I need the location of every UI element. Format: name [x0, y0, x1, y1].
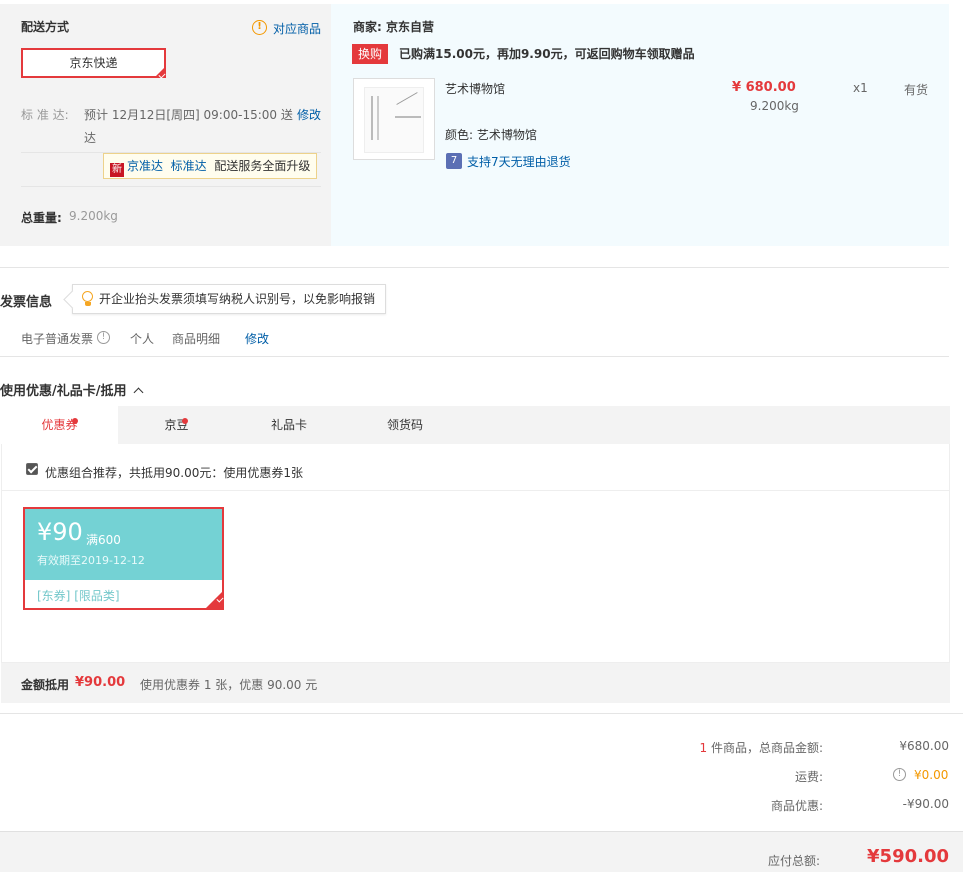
product-qty: x1	[853, 81, 868, 95]
payable-label: 应付总额:	[767, 854, 820, 868]
freight-amount: ¥0.00	[914, 768, 949, 782]
shipping-method-label: 京东快递	[69, 56, 118, 70]
invoice-owner: 个人	[130, 332, 155, 346]
discount-amount: -¥90.00	[902, 797, 949, 811]
total-weight-label: 总重量:	[21, 211, 62, 225]
coupon-card[interactable]: ¥90 满600 有效期至2019-12-12 [东券] [限品类]	[23, 507, 224, 610]
invoice-tip-bubble: 开企业抬头发票须填写纳税人识别号，以免影响报销	[72, 284, 387, 314]
product-name-link[interactable]: 艺术博物馆	[445, 80, 505, 97]
invoice-content: 商品明细	[172, 332, 221, 346]
chevron-up-icon	[133, 387, 144, 398]
coupon-condition: 满600	[86, 533, 121, 547]
freight-label: 运费:	[794, 770, 823, 784]
summary-label: 金额抵用	[21, 678, 70, 692]
product-color: 颜色: 艺术博物馆	[445, 128, 537, 142]
stock-status: 有货	[904, 83, 929, 97]
shipping-method-button[interactable]: 京东快递	[21, 48, 166, 78]
bzd-link[interactable]: 标准达	[171, 159, 207, 173]
modify-invoice-link[interactable]: 修改	[245, 330, 269, 347]
coupon-amount: ¥90	[37, 518, 83, 546]
book-cover-image	[364, 87, 424, 153]
delivery-estimate: 预计 12月12日[周四] 09:00-15:00 送	[84, 108, 293, 122]
summary-text: 使用优惠券 1 张，优惠 90.00 元	[140, 678, 318, 692]
product-weight: 9.200kg	[750, 99, 799, 113]
divider	[1, 490, 950, 491]
delivery-upgrade-tip: 新京准达 标准达 配送服务全面升级	[103, 153, 318, 179]
tab-jingdou[interactable]: 京豆	[118, 406, 235, 444]
related-goods-link[interactable]: 对应商品	[273, 20, 321, 37]
tab-coupons[interactable]: 优惠券	[1, 406, 118, 444]
modify-delivery-link[interactable]: 修改	[297, 106, 321, 123]
promo-text: 已购满15.00元，再加9.90元，可返回购物车领取赠品	[399, 47, 695, 61]
tab-redeem-code[interactable]: 领货码	[351, 406, 459, 444]
discount-label: 商品优惠:	[770, 799, 823, 813]
combo-recommend-text: 优惠组合推荐，共抵用90.00元：使用优惠券1张	[45, 466, 303, 480]
goods-count: 1	[699, 741, 708, 755]
section-divider	[0, 713, 963, 714]
total-weight-value: 9.200kg	[69, 209, 118, 223]
summary-amount: ¥90.00	[75, 675, 126, 690]
coupon-expiry: 有效期至2019-12-12	[37, 554, 145, 567]
return-policy-link[interactable]: 支持7天无理由退货	[467, 153, 571, 170]
goods-amount: ¥680.00	[899, 739, 949, 753]
checkout-page: 配送方式 ! 对应商品 京东快递 标 准 达: 预计 12月12日[周四] 09…	[0, 0, 963, 872]
coupon-tags: [东券] [限品类]	[37, 589, 120, 603]
combo-checkbox[interactable]	[26, 463, 38, 475]
discount-tabs: 优惠券 京豆 礼品卡 领货码	[1, 406, 950, 444]
product-price: ¥ 680.00	[732, 80, 796, 95]
warning-icon: !	[252, 20, 267, 35]
delivery-estimate-cont: 达	[84, 131, 97, 145]
invoice-title: 发票信息	[0, 295, 53, 310]
info-icon[interactable]: !	[97, 331, 110, 344]
goods-count-label: 1 件商品，总商品金额:	[699, 741, 823, 755]
section-divider	[0, 356, 949, 357]
invoice-tip-text: 开企业抬头发票须填写纳税人识别号，以免影响报销	[99, 292, 376, 306]
lightbulb-icon	[82, 291, 93, 302]
freight-info-icon[interactable]: !	[893, 768, 906, 781]
tip-text: 配送服务全面升级	[214, 159, 311, 173]
shipping-title: 配送方式	[21, 20, 70, 34]
payable-amount: ¥590.00	[867, 846, 949, 867]
new-badge-icon: 新	[110, 163, 124, 177]
merchant-name: 京东自营	[386, 20, 435, 34]
swap-tag: 换购	[352, 44, 389, 64]
divider	[21, 186, 321, 187]
section-divider	[0, 267, 949, 268]
tab-gift-card[interactable]: 礼品卡	[235, 406, 343, 444]
selected-check-icon	[204, 590, 224, 610]
discount-title[interactable]: 使用优惠/礼品卡/抵用	[0, 380, 144, 399]
coupon-face: ¥90 满600 有效期至2019-12-12	[25, 509, 222, 580]
product-thumbnail[interactable]	[353, 78, 435, 160]
invoice-type: 电子普通发票	[21, 332, 94, 346]
selected-check-icon	[154, 66, 166, 78]
return-7day-icon: 7	[446, 153, 462, 169]
jzd-link[interactable]: 京准达	[127, 159, 163, 173]
merchant-label: 商家: 京东自营	[353, 20, 435, 34]
standard-delivery-label: 标 准 达:	[21, 108, 69, 122]
